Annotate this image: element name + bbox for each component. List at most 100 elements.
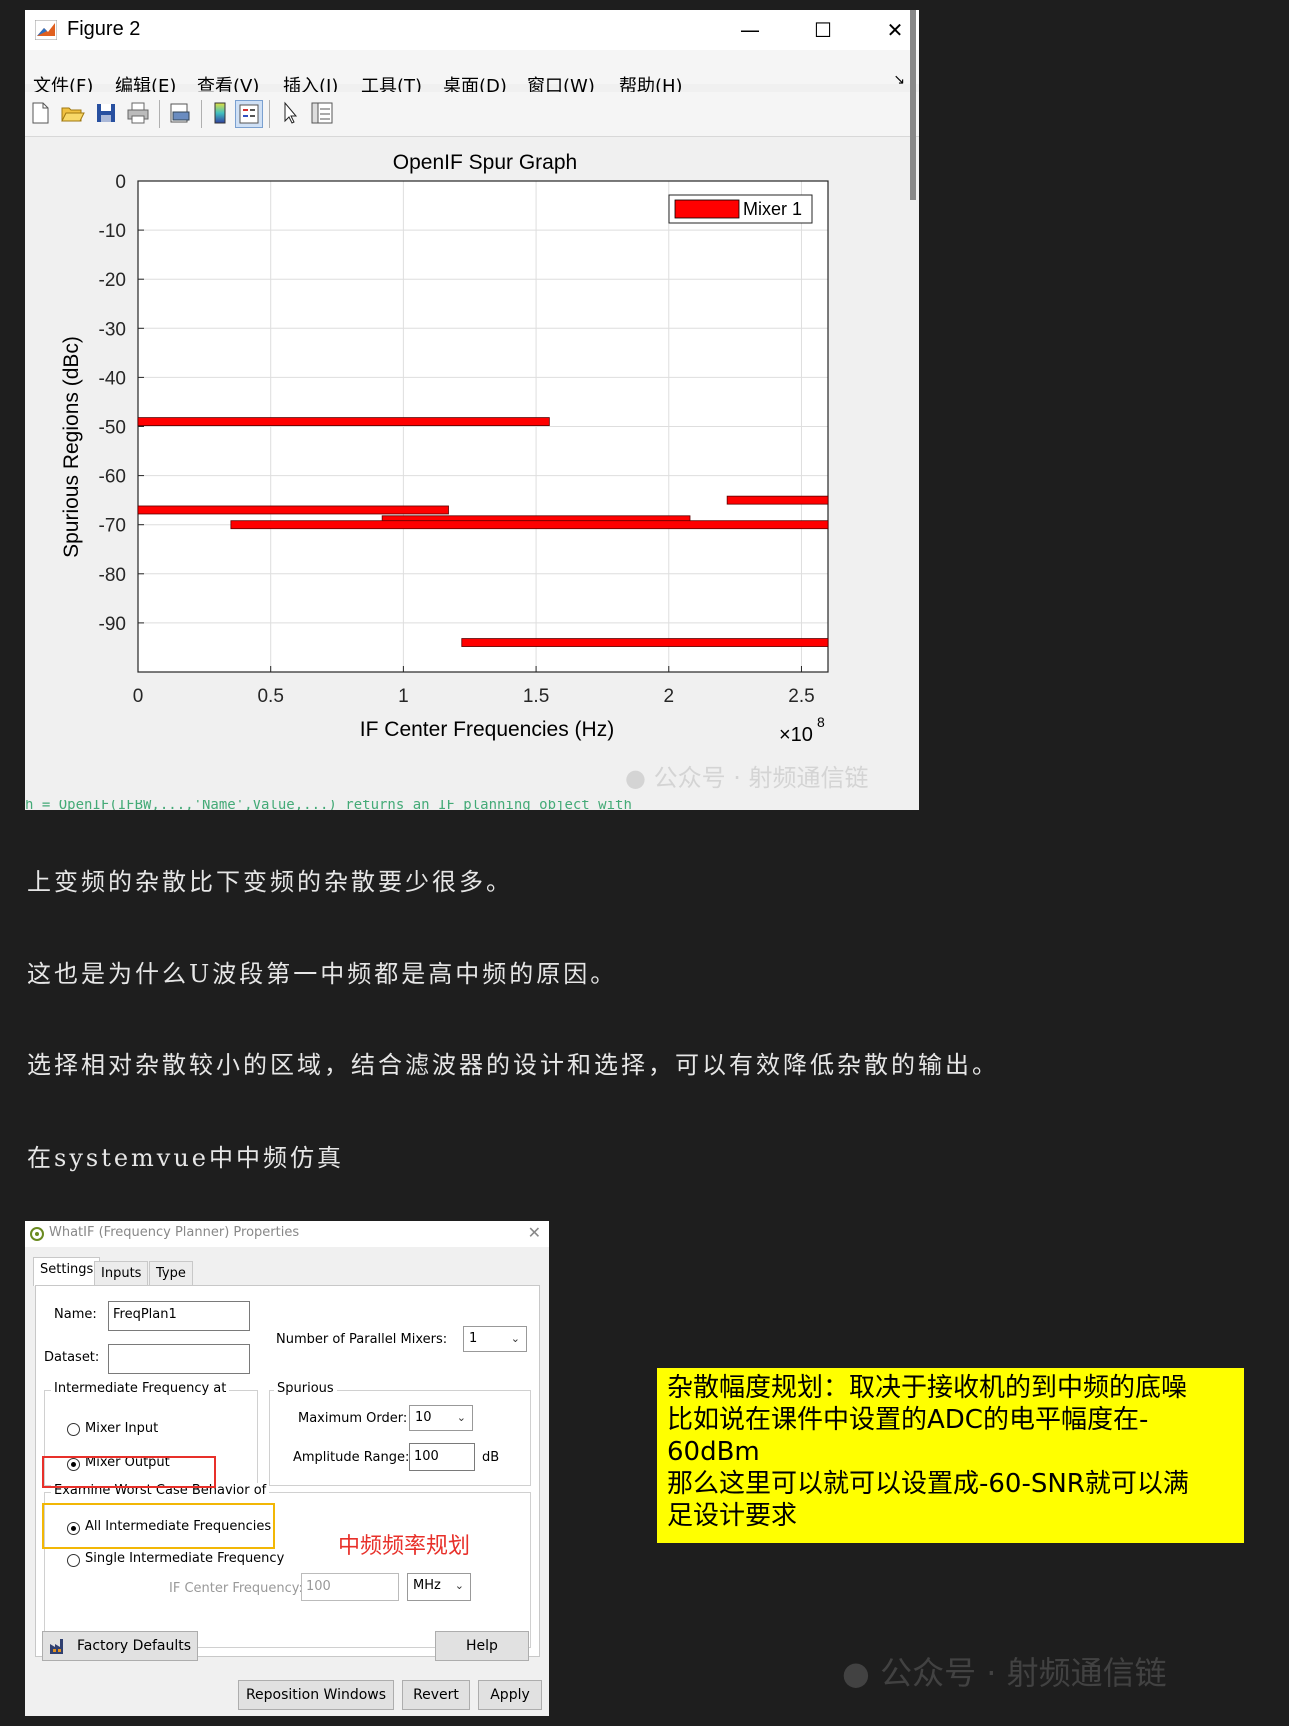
spur-chart: 0 0.5 1 1.5 2 2.5 0 -10 -20 -30 -40 -50 -60 -70 -80 -90…	[60, 151, 829, 746]
property-inspector-icon[interactable]	[309, 100, 335, 126]
parallel-mixers-select[interactable]: 1 ⌄	[463, 1326, 527, 1352]
amplitude-range-label: Amplitude Range:	[293, 1450, 410, 1465]
new-figure-icon[interactable]	[27, 100, 53, 126]
minimize-button[interactable]: —	[720, 14, 780, 46]
mixer-input-label: Mixer Input	[85, 1421, 159, 1436]
if-center-freq-unit-select[interactable]: MHz ⌄	[407, 1573, 471, 1601]
menu-dock-arrow-icon[interactable]: ↘	[893, 72, 905, 88]
legend-entry: Mixer 1	[743, 199, 802, 219]
paragraph-4: 在systemvue中中频仿真	[27, 1144, 345, 1172]
menu-bar: 文件(F) 编辑(E) 查看(V) 插入(I) 工具(T) 桌面(D) 窗口(W…	[25, 50, 919, 97]
colorbar-icon[interactable]	[207, 100, 233, 126]
legend-swatch	[674, 199, 740, 219]
yellow-note: 杂散幅度规划：取决于接收机的到中频的底噪 比如说在课件中设置的ADC的电平幅度在…	[657, 1368, 1244, 1543]
tab-settings[interactable]: Settings	[33, 1257, 101, 1286]
spurious-group-title: Spurious	[274, 1381, 337, 1396]
parallel-mixers-label: Number of Parallel Mixers:	[276, 1332, 448, 1347]
print-preview-icon[interactable]	[167, 100, 193, 126]
y-tick-label: -80	[99, 565, 126, 586]
save-icon[interactable]	[93, 100, 119, 126]
figure-title: Figure 2	[67, 18, 141, 40]
x-tick-label: 2	[663, 686, 674, 707]
spur-bar	[137, 505, 449, 515]
dialog-app-icon	[30, 1227, 44, 1241]
toolbar-separator	[201, 100, 202, 128]
legend-icon[interactable]	[235, 100, 263, 128]
spur-bar	[726, 495, 829, 505]
page-scrollbar[interactable]	[910, 10, 916, 200]
chevron-down-icon: ⌄	[456, 1411, 466, 1424]
if-center-freq-input[interactable]: 100	[301, 1573, 399, 1601]
x-multiplier: ×10	[779, 724, 813, 746]
paragraph-1: 上变频的杂散比下变频的杂散要少很多。	[27, 868, 513, 896]
factory-defaults-button[interactable]: Factory Defaults	[42, 1631, 198, 1661]
apply-button[interactable]: Apply	[478, 1680, 542, 1710]
y-tick-label: -70	[99, 516, 126, 537]
chevron-down-icon: ⌄	[510, 1332, 520, 1345]
chevron-down-icon: ⌄	[454, 1579, 464, 1592]
wechat-icon: ●	[842, 1654, 870, 1692]
single-if-label: Single Intermediate Frequency	[85, 1551, 285, 1566]
spurious-group: Spurious Maximum Order: 10 ⌄ Amplitude Ra…	[269, 1381, 531, 1486]
all-if-highlight	[42, 1503, 275, 1549]
watermark-text: ● 公众号 · 射频通信链	[625, 764, 869, 792]
revert-button[interactable]: Revert	[402, 1680, 470, 1710]
maximize-button[interactable]: ☐	[793, 14, 853, 46]
figure-window: Figure 2 — ☐ ✕ 文件(F) 编辑(E) 查看(V) 插入(I) 工…	[25, 10, 919, 810]
x-axis-label: IF Center Frequencies (Hz)	[360, 718, 614, 741]
single-if-radio[interactable]	[67, 1554, 80, 1567]
code-line-fragment: h = OpenIF(IFBW,...,'Name',Value,...) re…	[25, 800, 632, 810]
wechat-icon: ●	[625, 764, 646, 792]
y-tick-label: -90	[99, 614, 126, 635]
if-planning-annotation: 中频频率规划	[338, 1534, 471, 1559]
toolbar-separator	[159, 100, 160, 128]
figure-toolbar	[25, 92, 919, 137]
x-tick-label: 2.5	[788, 686, 814, 707]
figure-titlebar: Figure 2 — ☐ ✕	[25, 10, 919, 50]
note-line: 比如说在课件中设置的ADC的电平幅度在-	[667, 1405, 1149, 1435]
dialog-title: WhatIF (Frequency Planner) Properties	[49, 1225, 300, 1240]
y-tick-label: -30	[99, 319, 126, 340]
x-tick-label: 0.5	[257, 686, 283, 707]
mixer-output-highlight	[42, 1456, 216, 1488]
if-center-freq-label: IF Center Frequency:	[169, 1581, 303, 1596]
help-button[interactable]: Help	[435, 1631, 529, 1661]
plot-area: 0 0.5 1 1.5 2 2.5 0 -10 -20 -30 -40 -50 -60 -70 -80 -90…	[25, 137, 919, 810]
y-tick-label: -50	[99, 418, 126, 439]
max-order-select[interactable]: 10 ⌄	[409, 1405, 473, 1431]
tab-inputs[interactable]: Inputs	[94, 1261, 149, 1286]
y-axis-label: Spurious Regions (dBc)	[60, 336, 83, 558]
print-icon[interactable]	[125, 100, 151, 126]
legend-box: Mixer 1	[668, 194, 813, 224]
paragraph-2: 这也是为什么U波段第一中频都是高中频的原因。	[27, 960, 618, 988]
spur-bar	[137, 417, 550, 426]
spur-bar	[230, 520, 829, 530]
y-tick-label: 0	[115, 172, 126, 193]
mixer-input-radio[interactable]	[67, 1423, 80, 1436]
dialog-titlebar: WhatIF (Frequency Planner) Properties ✕	[25, 1221, 549, 1247]
factory-icon	[50, 1639, 63, 1654]
tab-type[interactable]: Type	[149, 1261, 193, 1286]
dialog-close-button[interactable]: ✕	[528, 1223, 541, 1242]
pointer-icon[interactable]	[277, 100, 303, 126]
x-tick-label: 0	[133, 686, 144, 707]
y-tick-label: -20	[99, 270, 126, 291]
amplitude-range-unit: dB	[482, 1450, 500, 1465]
paragraph-3: 选择相对杂散较小的区域，结合滤波器的设计和选择，可以有效降低杂散的输出。	[27, 1051, 999, 1079]
name-input[interactable]: FreqPlan1	[108, 1301, 250, 1331]
matlab-logo-icon	[35, 20, 57, 40]
toolbar-separator	[269, 100, 270, 128]
dataset-input[interactable]	[108, 1344, 250, 1374]
name-label: Name:	[54, 1307, 97, 1322]
y-tick-label: -40	[99, 368, 126, 389]
x-multiplier-exp: 8	[817, 714, 825, 730]
chart-title: OpenIF Spur Graph	[393, 151, 577, 174]
x-tick-label: 1.5	[523, 686, 549, 707]
open-file-icon[interactable]	[59, 100, 85, 126]
reposition-windows-button[interactable]: Reposition Windows	[238, 1680, 394, 1710]
y-tick-label: -60	[99, 467, 126, 488]
if-group-title: Intermediate Frequency at	[51, 1381, 230, 1396]
max-order-label: Maximum Order:	[298, 1411, 408, 1426]
whatif-properties-dialog: WhatIF (Frequency Planner) Properties ✕ …	[25, 1221, 549, 1716]
amplitude-range-input[interactable]: 100	[409, 1443, 475, 1471]
